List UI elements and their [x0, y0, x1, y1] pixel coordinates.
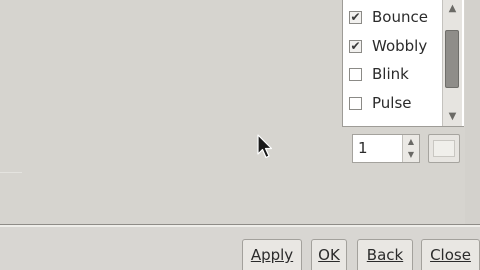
window-edge	[465, 0, 480, 226]
list-item-pulse[interactable]: Pulse	[347, 91, 443, 115]
blink-checkbox[interactable]	[349, 67, 362, 81]
scroll-down-icon[interactable]: ▼	[443, 110, 462, 124]
blink-label: Blink	[372, 65, 409, 83]
bounce-checkbox[interactable]: ✔	[349, 10, 362, 24]
pulse-checkbox[interactable]	[349, 96, 362, 110]
scroll-up-icon[interactable]: ▲	[443, 2, 462, 16]
back-button[interactable]: Back	[357, 239, 413, 270]
options-button[interactable]	[428, 134, 460, 163]
count-spinbox[interactable]: 1 ▲ ▼	[352, 134, 420, 163]
list-item-blink[interactable]: Blink	[347, 62, 443, 86]
pulse-label: Pulse	[372, 94, 412, 112]
divider	[0, 172, 22, 173]
list-item-bounce[interactable]: ✔ Bounce	[347, 5, 443, 29]
spin-down-icon[interactable]: ▼	[403, 148, 419, 161]
ok-button[interactable]: OK	[311, 239, 347, 270]
effects-list-scrollbar[interactable]: ▲ ▼	[442, 0, 462, 126]
options-button-face	[433, 140, 455, 157]
wobbly-checkbox[interactable]: ✔	[349, 39, 362, 53]
spinbox-value[interactable]: 1	[358, 139, 368, 157]
list-item-wobbly[interactable]: ✔ Wobbly	[347, 34, 443, 58]
close-button[interactable]: Close	[421, 239, 480, 270]
wobbly-label: Wobbly	[372, 37, 428, 55]
scrollbar-thumb[interactable]	[445, 30, 459, 88]
apply-button[interactable]: Apply	[242, 239, 302, 270]
mouse-pointer-icon	[257, 134, 273, 159]
spin-up-icon[interactable]: ▲	[403, 135, 419, 148]
spinbox-buttons[interactable]: ▲ ▼	[402, 135, 419, 162]
bounce-label: Bounce	[372, 8, 428, 26]
